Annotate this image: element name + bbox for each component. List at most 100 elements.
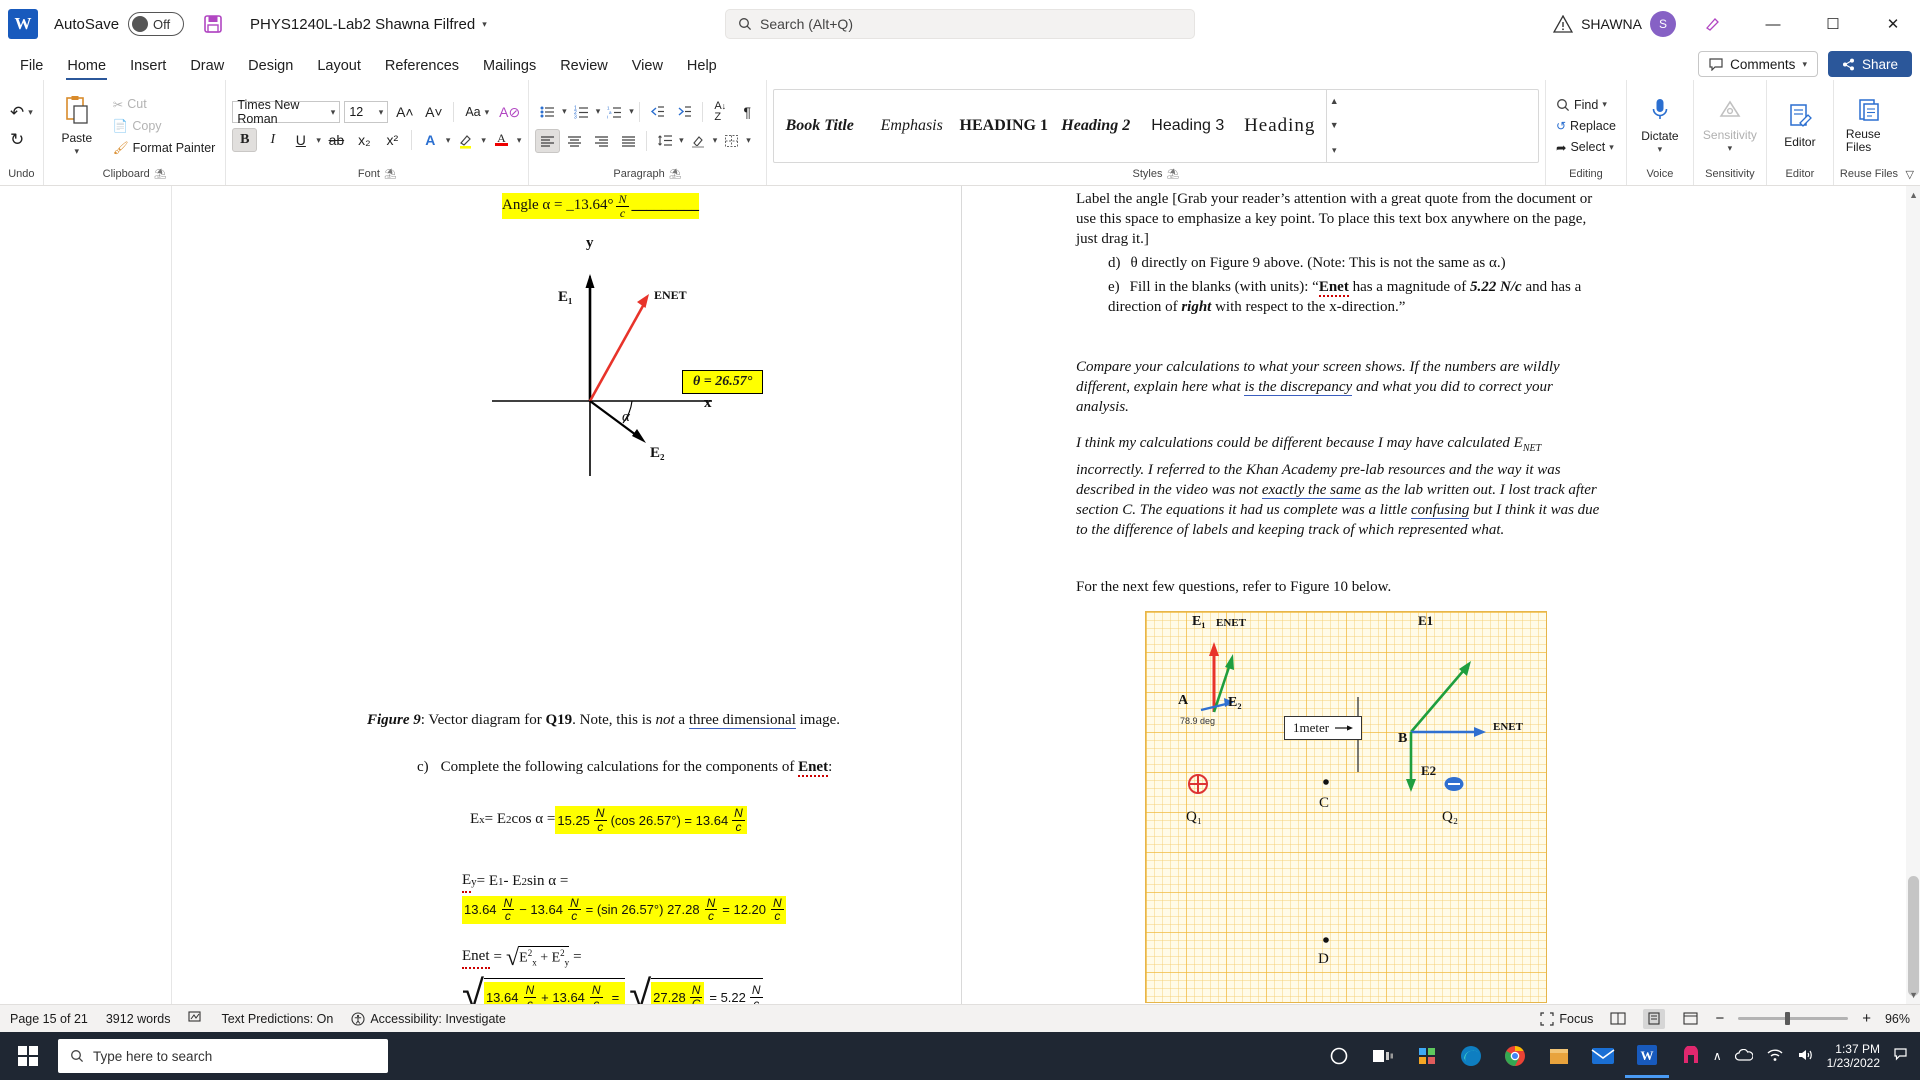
- cut-button[interactable]: ✂ Cut: [109, 95, 220, 114]
- zoom-slider-thumb[interactable]: [1785, 1012, 1791, 1025]
- superscript-button[interactable]: x²: [380, 128, 405, 152]
- styles-gallery[interactable]: Book Title Emphasis HEADING 1 Heading 2 …: [772, 89, 1539, 163]
- sensitivity-button[interactable]: Sensitivity ▾: [1700, 96, 1760, 156]
- font-family-select[interactable]: Times New Roman ▾: [232, 98, 341, 126]
- page-number[interactable]: Page 15 of 21: [10, 1012, 88, 1026]
- chrome-icon[interactable]: [1493, 1034, 1537, 1078]
- zoom-slider[interactable]: [1738, 1012, 1849, 1025]
- change-case-button[interactable]: Aa ▾: [461, 103, 493, 121]
- clipboard-dialog-launcher[interactable]: ⛱: [154, 169, 167, 180]
- zoom-out-button[interactable]: −: [1715, 1010, 1724, 1027]
- subscript-button[interactable]: x₂: [352, 128, 377, 152]
- italic-button[interactable]: I: [260, 128, 285, 152]
- text-predictions-status[interactable]: Text Predictions: On: [221, 1012, 333, 1026]
- scroll-up-icon[interactable]: ▲: [1909, 190, 1918, 200]
- text-effects-button[interactable]: A: [418, 128, 443, 152]
- search-input[interactable]: Search (Alt+Q): [725, 9, 1195, 39]
- shading-dropdown-icon[interactable]: ▾: [713, 135, 718, 146]
- scroll-down-icon[interactable]: ▼: [1909, 990, 1918, 1000]
- user-account[interactable]: SHAWNA S: [1553, 11, 1676, 37]
- font-color-button[interactable]: A: [489, 128, 514, 152]
- chevron-down-icon[interactable]: ▾: [75, 146, 80, 157]
- notification-icon[interactable]: [1893, 1047, 1908, 1065]
- bullets-dropdown-icon[interactable]: ▾: [562, 106, 567, 117]
- wifi-icon[interactable]: [1766, 1048, 1784, 1065]
- focus-button[interactable]: Focus: [1540, 1012, 1593, 1026]
- strikethrough-button[interactable]: ab: [324, 128, 349, 152]
- underline-dropdown-icon[interactable]: ▾: [316, 135, 321, 146]
- task-view-icon[interactable]: [1361, 1034, 1405, 1078]
- chevron-down-icon[interactable]: ▾: [1728, 143, 1733, 154]
- gallery-expand-icon[interactable]: ▾: [1332, 145, 1337, 156]
- edge-icon[interactable]: [1449, 1034, 1493, 1078]
- tab-draw[interactable]: Draw: [178, 54, 236, 80]
- document-title[interactable]: PHYS1240L-Lab2 Shawna Filfred ▾: [250, 16, 487, 33]
- word-count[interactable]: 3912 words: [106, 1012, 171, 1026]
- gallery-scroll-down-icon[interactable]: ▼: [1330, 120, 1339, 130]
- comments-button[interactable]: Comments ▾: [1698, 51, 1818, 77]
- compare-link[interactable]: is the discrepancy: [1244, 378, 1353, 396]
- borders-button[interactable]: [719, 129, 744, 153]
- taskbar-search-input[interactable]: Type here to search: [58, 1039, 388, 1073]
- shrink-font-button[interactable]: A˅: [421, 100, 446, 124]
- style-heading-1[interactable]: HEADING 1: [958, 92, 1050, 160]
- autosave-control[interactable]: AutoSave Off: [54, 12, 185, 36]
- tab-mailings[interactable]: Mailings: [471, 54, 548, 80]
- text-effects-dropdown-icon[interactable]: ▾: [446, 135, 451, 146]
- tab-view[interactable]: View: [620, 54, 675, 80]
- paragraph-dialog-launcher[interactable]: ⛱: [669, 169, 682, 180]
- paste-button[interactable]: Paste ▾: [50, 93, 104, 159]
- styles-dialog-launcher[interactable]: ⛱: [1167, 169, 1180, 180]
- font-size-select[interactable]: 12 ▾: [344, 101, 389, 123]
- numbering-dropdown-icon[interactable]: ▾: [596, 106, 601, 117]
- chevron-down-icon[interactable]: ▾: [1658, 144, 1663, 155]
- save-icon[interactable]: [202, 13, 224, 35]
- show-formatting-marks-button[interactable]: ¶: [735, 100, 760, 124]
- style-heading-4[interactable]: Heading: [1234, 92, 1326, 160]
- line-spacing-button[interactable]: [652, 129, 677, 153]
- editor-button[interactable]: Editor: [1773, 101, 1827, 151]
- widgets-icon[interactable]: [1405, 1034, 1449, 1078]
- close-button[interactable]: ✕: [1870, 2, 1916, 46]
- find-button[interactable]: Find ▾: [1552, 96, 1620, 114]
- borders-dropdown-icon[interactable]: ▾: [746, 135, 751, 146]
- word-taskbar-icon[interactable]: W: [1624, 1034, 1669, 1078]
- store-icon[interactable]: [1537, 1034, 1581, 1078]
- tab-insert[interactable]: Insert: [118, 54, 178, 80]
- font-color-dropdown-icon[interactable]: ▾: [517, 135, 522, 146]
- print-layout-button[interactable]: [1643, 1008, 1666, 1029]
- app-icon[interactable]: [1669, 1034, 1713, 1078]
- justify-button[interactable]: [616, 129, 641, 153]
- style-book-title[interactable]: Book Title: [774, 92, 866, 160]
- align-right-button[interactable]: [589, 129, 614, 153]
- maximize-button[interactable]: ☐: [1810, 2, 1856, 46]
- tab-help[interactable]: Help: [675, 54, 729, 80]
- figure-9-diagram[interactable]: y x E₁ EΝΕΤ E₂ α θ = 26.57°: [482, 235, 782, 476]
- bullets-button[interactable]: [535, 100, 560, 124]
- clock[interactable]: 1:37 PM 1/23/2022: [1827, 1042, 1880, 1071]
- tab-references[interactable]: References: [373, 54, 471, 80]
- fig10-scale-textbox[interactable]: 1meter: [1284, 716, 1363, 740]
- tab-design[interactable]: Design: [236, 54, 305, 80]
- answer-link1[interactable]: exactly the same: [1261, 481, 1361, 499]
- collapse-ribbon-button[interactable]: ▽: [1906, 168, 1914, 181]
- cortana-icon[interactable]: [1317, 1034, 1361, 1078]
- sort-button[interactable]: A↓ Z: [708, 100, 733, 124]
- reuse-files-button[interactable]: Reuse Files: [1840, 96, 1898, 155]
- scroll-thumb[interactable]: [1908, 876, 1919, 996]
- line-spacing-dropdown-icon[interactable]: ▾: [679, 135, 684, 146]
- ribbon-display-options-icon[interactable]: [1690, 2, 1736, 46]
- copy-button[interactable]: 📄 Copy: [109, 117, 220, 136]
- styles-gallery-scroll[interactable]: ▲ ▼ ▾: [1325, 90, 1342, 162]
- style-emphasis[interactable]: Emphasis: [866, 92, 958, 160]
- zoom-level[interactable]: 96%: [1885, 1012, 1910, 1026]
- underline-button[interactable]: U: [288, 128, 313, 152]
- proofing-icon[interactable]: [188, 1010, 203, 1027]
- document-canvas[interactable]: Angle α = _13.64° N c _________ y x E₁ E…: [0, 186, 1920, 1004]
- format-painter-button[interactable]: 🖌 Format Painter: [109, 139, 220, 158]
- increase-indent-button[interactable]: [672, 100, 697, 124]
- fig9-theta-textbox[interactable]: θ = 26.57°: [682, 370, 764, 394]
- style-heading-3[interactable]: Heading 3: [1142, 92, 1234, 160]
- multilevel-dropdown-icon[interactable]: ▾: [629, 106, 634, 117]
- redo-button[interactable]: ↻: [6, 128, 37, 152]
